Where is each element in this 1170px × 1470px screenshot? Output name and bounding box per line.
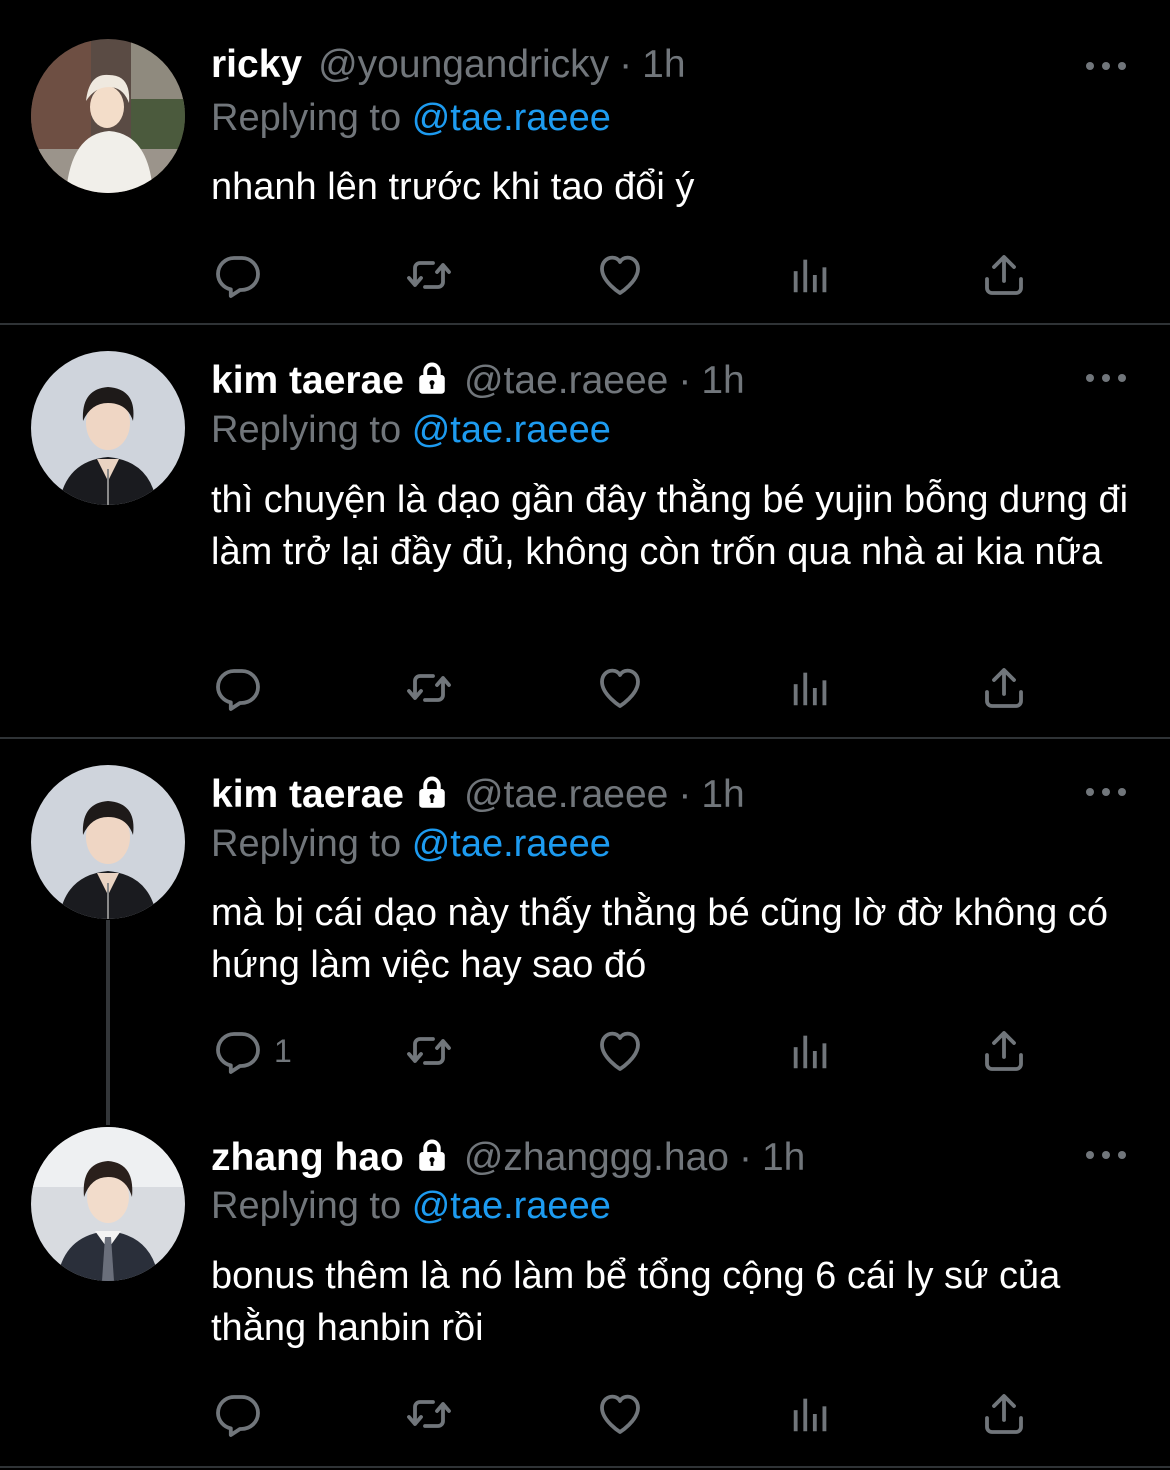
timestamp[interactable]: 1h xyxy=(701,359,744,402)
replying-to: Replying to @tae.raeee xyxy=(211,819,611,869)
lock-icon xyxy=(414,774,450,810)
tweet-actions xyxy=(0,250,1170,300)
tweet-header: kim taerae @tae.raeee · 1h xyxy=(211,770,745,820)
avatar-ricky[interactable] xyxy=(31,39,185,193)
reply-icon xyxy=(214,251,262,299)
share-button[interactable] xyxy=(980,250,1028,300)
tweet-header: ricky @youngandricky · 1h xyxy=(211,40,686,90)
user-handle[interactable]: @tae.raeee xyxy=(464,773,668,816)
tweet[interactable]: kim taerae @tae.raeee · 1h Replying to @tae… xyxy=(0,739,1170,1099)
tweet[interactable]: zhang hao @zhanggg.hao · 1h Replying to @ta… xyxy=(0,1100,1170,1470)
replying-to: Replying to @tae.raeee xyxy=(211,1181,611,1231)
like-icon xyxy=(596,664,644,712)
retweet-button[interactable] xyxy=(404,663,454,713)
reply-icon xyxy=(214,664,262,712)
share-button[interactable] xyxy=(980,1389,1028,1439)
tweet-actions xyxy=(0,663,1170,713)
separator-dot: · xyxy=(678,773,692,816)
display-name[interactable]: zhang hao xyxy=(211,1136,404,1179)
timestamp[interactable]: 1h xyxy=(762,1136,805,1179)
display-name[interactable]: kim taerae xyxy=(211,773,404,816)
share-button[interactable] xyxy=(980,663,1028,713)
like-button[interactable] xyxy=(596,1389,644,1439)
retweet-button[interactable] xyxy=(404,250,454,300)
retweet-icon xyxy=(404,1390,454,1438)
avatar-taerae[interactable] xyxy=(31,351,185,505)
more-options-icon[interactable] xyxy=(1084,56,1128,76)
more-options-icon[interactable] xyxy=(1084,368,1128,388)
timestamp[interactable]: 1h xyxy=(642,43,685,86)
tweet[interactable]: kim taerae @tae.raeee · 1h Replying to @tae… xyxy=(0,325,1170,737)
display-name[interactable]: ricky xyxy=(211,43,302,86)
views-button[interactable] xyxy=(788,250,834,300)
views-icon xyxy=(788,665,834,711)
like-icon xyxy=(596,251,644,299)
replying-to: Replying to @tae.raeee xyxy=(211,405,611,455)
like-button[interactable] xyxy=(596,663,644,713)
reply-button[interactable]: 1 xyxy=(214,1026,292,1076)
separator-dot: · xyxy=(619,43,633,86)
replying-to-label: Replying to xyxy=(211,1185,402,1227)
reply-icon xyxy=(214,1390,262,1438)
reply-count: 1 xyxy=(274,1032,292,1069)
user-handle[interactable]: @tae.raeee xyxy=(464,359,668,402)
retweet-icon xyxy=(404,251,454,299)
retweet-button[interactable] xyxy=(404,1026,454,1076)
tweet-text: bonus thêm là nó làm bể tổng cộng 6 cái … xyxy=(211,1255,1061,1349)
views-icon xyxy=(788,252,834,298)
like-icon xyxy=(596,1390,644,1438)
reply-button[interactable] xyxy=(214,250,262,300)
tweet-divider xyxy=(0,1466,1170,1468)
like-button[interactable] xyxy=(596,250,644,300)
like-button[interactable] xyxy=(596,1026,644,1076)
timestamp[interactable]: 1h xyxy=(701,773,744,816)
replying-to-label: Replying to xyxy=(211,409,402,451)
like-icon xyxy=(596,1027,644,1075)
separator-dot: · xyxy=(678,359,692,402)
user-handle[interactable]: @youngandricky xyxy=(318,43,609,86)
replying-to-mention[interactable]: @tae.raeee xyxy=(412,1185,611,1227)
retweet-icon xyxy=(404,664,454,712)
lock-icon xyxy=(414,1137,450,1173)
tweet-text: mà bị cái dạo này thấy thằng bé cũng lờ … xyxy=(211,892,1108,986)
replying-to: Replying to @tae.raeee xyxy=(211,93,611,143)
tweet-actions xyxy=(0,1389,1170,1439)
tweet-text: nhanh lên trước khi tao đổi ý xyxy=(211,166,695,208)
replying-to-mention[interactable]: @tae.raeee xyxy=(412,409,611,451)
reply-button[interactable] xyxy=(214,1389,262,1439)
tweet-text: thì chuyện là dạo gần đây thằng bé yujin… xyxy=(211,479,1129,573)
lock-icon xyxy=(414,360,450,396)
separator-dot: · xyxy=(738,1136,752,1179)
retweet-icon xyxy=(404,1027,454,1075)
views-button[interactable] xyxy=(788,1026,834,1076)
display-name[interactable]: kim taerae xyxy=(211,359,404,402)
replying-to-label: Replying to xyxy=(211,97,402,139)
tweet-header: kim taerae @tae.raeee · 1h xyxy=(211,356,745,406)
tweet-header: zhang hao @zhanggg.hao · 1h xyxy=(211,1133,805,1183)
share-icon xyxy=(980,1390,1028,1438)
more-options-icon[interactable] xyxy=(1084,1145,1128,1165)
tweet-actions: 1 xyxy=(0,1026,1170,1076)
more-options-icon[interactable] xyxy=(1084,782,1128,802)
share-icon xyxy=(980,251,1028,299)
views-button[interactable] xyxy=(788,1389,834,1439)
tweet[interactable]: ricky @youngandricky · 1h Replying to @tae.… xyxy=(0,0,1170,324)
replying-to-mention[interactable]: @tae.raeee xyxy=(412,97,611,139)
retweet-button[interactable] xyxy=(404,1389,454,1439)
avatar-taerae[interactable] xyxy=(31,765,185,919)
views-button[interactable] xyxy=(788,663,834,713)
user-handle[interactable]: @zhanggg.hao xyxy=(464,1136,729,1179)
replying-to-label: Replying to xyxy=(211,823,402,865)
share-button[interactable] xyxy=(980,1026,1028,1076)
views-icon xyxy=(788,1391,834,1437)
reply-button[interactable] xyxy=(214,663,262,713)
share-icon xyxy=(980,1027,1028,1075)
views-icon xyxy=(788,1028,834,1074)
share-icon xyxy=(980,664,1028,712)
replying-to-mention[interactable]: @tae.raeee xyxy=(412,823,611,865)
reply-icon xyxy=(214,1027,262,1075)
avatar-zhanghao[interactable] xyxy=(31,1127,185,1281)
